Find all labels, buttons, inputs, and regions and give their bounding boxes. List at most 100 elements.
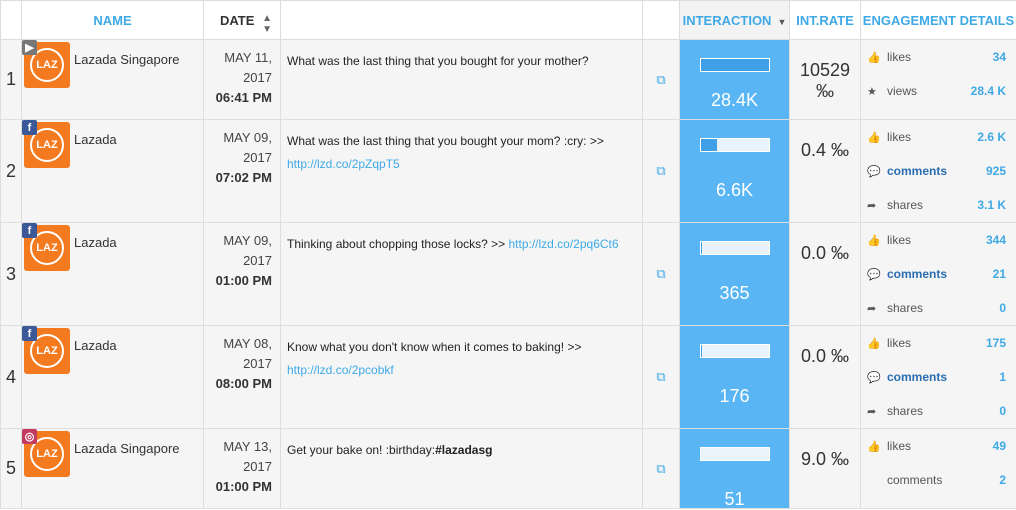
external-link-icon[interactable]: ⧉	[643, 223, 680, 326]
header-name[interactable]: NAME	[22, 1, 204, 40]
engagement-likes: 👍 likes 344	[861, 223, 1016, 257]
engagement-value: 925	[986, 164, 1006, 178]
account-name[interactable]: Lazada Singapore	[74, 441, 180, 456]
header-engagement[interactable]: ENGAGEMENT DETAILS	[861, 1, 1016, 40]
interaction-value: 6.6K	[680, 180, 789, 201]
share-icon: ➦	[867, 302, 881, 315]
account-cell[interactable]: LAZ ◎ Lazada Singapore	[22, 429, 204, 509]
post-date: MAY 09,	[204, 231, 272, 251]
engagement-value: 34	[993, 50, 1006, 64]
account-name[interactable]: Lazada	[74, 132, 117, 147]
table-row: 4 LAZ f Lazada MAY 08, 2017 08:00 PM Kno…	[1, 326, 1016, 429]
engagement-value: 0	[999, 404, 1006, 418]
post-time: 01:00 PM	[204, 271, 272, 291]
thumb-icon: 👍	[867, 51, 881, 64]
message-link[interactable]: http://lzd.co/2pcobkf	[287, 363, 394, 377]
interaction-value: 51	[680, 489, 789, 510]
interaction-cell: 6.6K	[680, 120, 790, 223]
account-name[interactable]: Lazada	[74, 235, 117, 250]
facebook-icon: f	[22, 223, 37, 238]
caret-down-icon[interactable]: ▼	[777, 17, 786, 27]
date-cell: MAY 08, 2017 08:00 PM	[204, 326, 281, 429]
engagement-label: likes	[887, 233, 986, 247]
post-year: 2017	[204, 354, 272, 374]
int-rate-value: 0.0 ‰	[790, 326, 861, 429]
engagement-value: 1	[999, 370, 1006, 384]
post-time: 08:00 PM	[204, 374, 272, 394]
table-row: 2 LAZ f Lazada MAY 09, 2017 07:02 PM Wha…	[1, 120, 1016, 223]
thumb-icon: 👍	[867, 131, 881, 144]
interaction-bar-fill	[701, 59, 769, 71]
header-date-label: DATE	[220, 13, 254, 28]
engagement-value: 21	[993, 267, 1006, 281]
engagement-label: shares	[887, 301, 999, 315]
message-cell: Get your bake on! :birthday:#lazadasg	[281, 429, 643, 509]
engagement-comments: 💬 comments 1	[861, 360, 1016, 394]
interaction-bar	[700, 138, 770, 152]
share-icon: ➦	[867, 199, 881, 212]
engagement-cell: 👍 likes 2.6 K 💬 comments 925 ➦ shares 3.…	[861, 120, 1016, 223]
interaction-cell: 365	[680, 223, 790, 326]
posts-table: NAME DATE ▲▼ INTERACTION▼ INT.RATE ENGAGE…	[0, 0, 1016, 509]
engagement-cell: 👍 likes 49 comments 2	[861, 429, 1016, 509]
engagement-cell: 👍 likes 34 ★ views 28.4 K	[861, 40, 1016, 120]
message-hashtag[interactable]: #lazadasg	[435, 443, 492, 457]
external-link-icon[interactable]: ⧉	[643, 40, 680, 120]
int-rate-value: 0.0 ‰	[790, 223, 861, 326]
date-cell: MAY 09, 2017 07:02 PM	[204, 120, 281, 223]
engagement-label: shares	[887, 404, 999, 418]
external-link-icon[interactable]: ⧉	[643, 429, 680, 509]
account-cell[interactable]: LAZ f Lazada	[22, 223, 204, 326]
int-rate-value: 9.0 ‰	[790, 429, 861, 509]
post-year: 2017	[204, 68, 272, 88]
engagement-likes: 👍 likes 2.6 K	[861, 120, 1016, 154]
engagement-value: 2.6 K	[977, 130, 1006, 144]
engagement-label: likes	[887, 130, 977, 144]
row-index: 4	[1, 326, 22, 429]
external-link-icon[interactable]: ⧉	[643, 120, 680, 223]
interaction-bar	[700, 58, 770, 72]
header-int-rate[interactable]: INT.RATE	[790, 1, 861, 40]
interaction-bar-fill	[701, 345, 702, 357]
engagement-shares: ➦ shares 3.1 K	[861, 188, 1016, 222]
post-time: 01:00 PM	[204, 477, 272, 497]
interaction-bar-fill	[701, 242, 702, 254]
thumb-icon: 👍	[867, 337, 881, 350]
account-name[interactable]: Lazada Singapore	[74, 52, 180, 67]
header-index	[1, 1, 22, 40]
date-cell: MAY 09, 2017 01:00 PM	[204, 223, 281, 326]
instagram-icon: ◎	[22, 429, 37, 444]
header-interaction[interactable]: INTERACTION▼	[680, 1, 790, 40]
thumb-icon: 👍	[867, 440, 881, 453]
external-link-icon[interactable]: ⧉	[643, 326, 680, 429]
engagement-label: likes	[887, 336, 986, 350]
row-index: 5	[1, 429, 22, 509]
engagement-value: 175	[986, 336, 1006, 350]
account-cell[interactable]: LAZ f Lazada	[22, 120, 204, 223]
engagement-label: likes	[887, 50, 993, 64]
account-cell[interactable]: LAZ ▶ Lazada Singapore	[22, 40, 204, 120]
account-name[interactable]: Lazada	[74, 338, 117, 353]
post-year: 2017	[204, 457, 272, 477]
engagement-label: shares	[887, 198, 977, 212]
interaction-value: 28.4K	[680, 90, 789, 111]
share-icon: ➦	[867, 405, 881, 418]
engagement-shares: ➦ shares 0	[861, 394, 1016, 428]
message-text: Get your bake on! :birthday:	[287, 443, 435, 457]
post-time: 06:41 PM	[204, 88, 272, 108]
engagement-label: comments	[887, 267, 993, 281]
message-text: What was the last thing that you bought …	[287, 134, 604, 148]
message-text: What was the last thing that you bought …	[287, 54, 589, 68]
table-row: 3 LAZ f Lazada MAY 09, 2017 01:00 PM Thi…	[1, 223, 1016, 326]
table-row: 5 LAZ ◎ Lazada Singapore MAY 13, 2017 01…	[1, 429, 1016, 509]
message-link[interactable]: http://lzd.co/2pq6Ct6	[508, 237, 618, 251]
sort-icon[interactable]: ▲▼	[262, 13, 272, 35]
account-cell[interactable]: LAZ f Lazada	[22, 326, 204, 429]
header-date[interactable]: DATE ▲▼	[204, 1, 281, 40]
message-cell: Thinking about chopping those locks? >> …	[281, 223, 643, 326]
date-cell: MAY 11, 2017 06:41 PM	[204, 40, 281, 120]
thumb-icon: 👍	[867, 234, 881, 247]
interaction-cell: 51	[680, 429, 790, 509]
comment-icon: 💬	[867, 165, 881, 178]
message-link[interactable]: http://lzd.co/2pZqpT5	[287, 157, 400, 171]
